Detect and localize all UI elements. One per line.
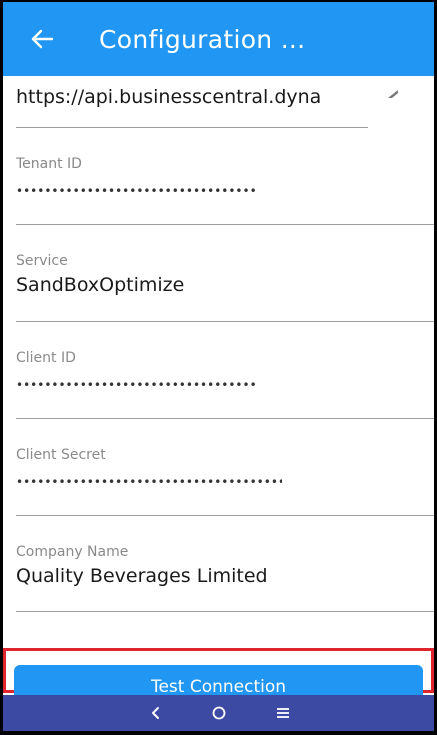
device-screen: Configuration ... https://api.businessce… bbox=[3, 2, 434, 731]
company-name-field[interactable]: Company Name Quality Beverages Limited bbox=[16, 544, 421, 587]
configuration-form: https://api.businesscentral.dyna Tenant … bbox=[3, 76, 434, 650]
company-name-label: Company Name bbox=[16, 544, 129, 560]
api-url-field[interactable]: https://api.businesscentral.dyna bbox=[16, 86, 368, 108]
resize-handle-icon bbox=[388, 90, 398, 98]
service-field[interactable]: Service SandBoxOptimize bbox=[16, 253, 421, 296]
app-bar: Configuration ... bbox=[3, 2, 434, 76]
service-label: Service bbox=[16, 253, 68, 269]
tenant-id-value: •••••••••••••••••••••••••••••••••• bbox=[16, 184, 256, 198]
client-secret-field[interactable]: Client Secret ••••••••••••••••••••••••••… bbox=[16, 447, 421, 489]
client-id-label: Client ID bbox=[16, 350, 76, 366]
system-nav-bar bbox=[3, 695, 434, 731]
company-name-underline bbox=[16, 611, 434, 612]
client-id-value: •••••••••••••••••••••••••••••••••• bbox=[16, 378, 256, 392]
service-value: SandBoxOptimize bbox=[16, 274, 185, 296]
arrow-left-icon bbox=[31, 29, 53, 49]
client-id-underline bbox=[16, 418, 434, 419]
test-connection-button[interactable]: Test Connection bbox=[14, 665, 423, 695]
nav-home-icon bbox=[212, 706, 225, 720]
tenant-id-underline bbox=[16, 224, 434, 225]
client-secret-label: Client Secret bbox=[16, 447, 106, 463]
nav-back-icon bbox=[151, 707, 159, 719]
back-button[interactable] bbox=[12, 2, 72, 76]
nav-menu-icon bbox=[276, 708, 289, 718]
nav-back-button[interactable] bbox=[145, 703, 165, 723]
company-name-value: Quality Beverages Limited bbox=[16, 565, 268, 587]
tenant-id-field[interactable]: Tenant ID ••••••••••••••••••••••••••••••… bbox=[16, 156, 421, 198]
client-secret-underline bbox=[16, 515, 434, 516]
api-url-underline bbox=[16, 127, 368, 128]
client-id-field[interactable]: Client ID ••••••••••••••••••••••••••••••… bbox=[16, 350, 421, 392]
client-secret-value: •••••••••••••••••••••••••••••••••••••• bbox=[16, 475, 282, 489]
nav-menu-button[interactable] bbox=[273, 703, 293, 723]
service-underline bbox=[16, 321, 434, 322]
nav-home-button[interactable] bbox=[209, 703, 229, 723]
page-title: Configuration ... bbox=[99, 24, 306, 54]
tenant-id-label: Tenant ID bbox=[16, 156, 82, 172]
